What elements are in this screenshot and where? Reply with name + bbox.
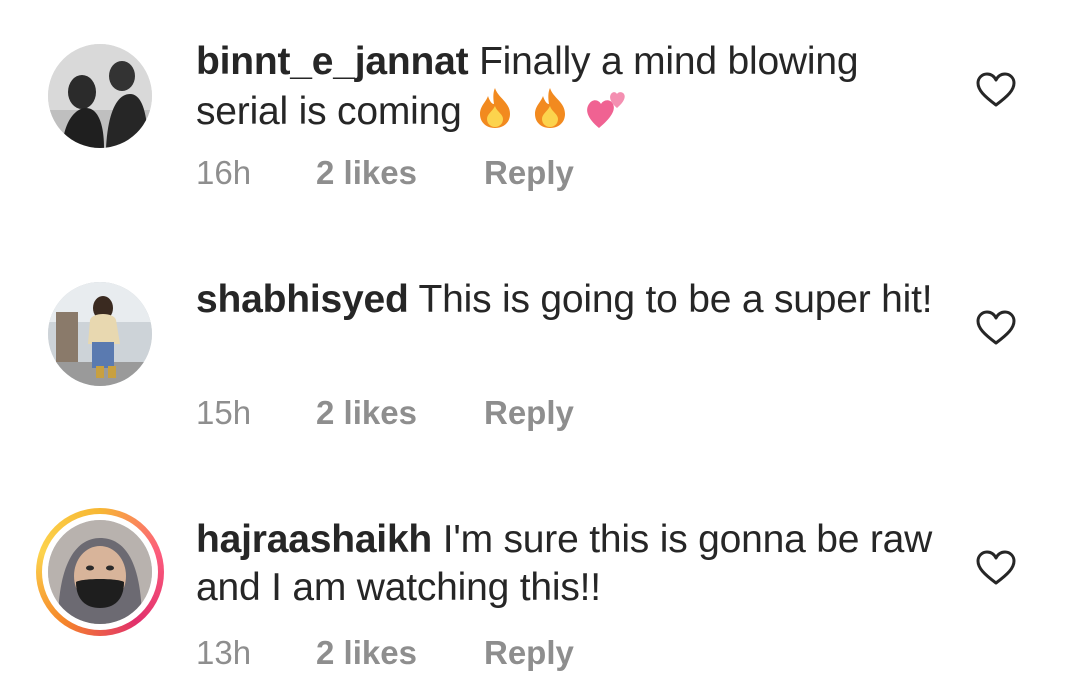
heart-outline-icon[interactable] bbox=[976, 550, 1016, 586]
comment-likes[interactable]: 2 likes bbox=[316, 634, 484, 672]
comment-text-block: hajraashaikh I'm sure this is gonna be r… bbox=[196, 516, 936, 612]
comment-meta: 13h 2 likes Reply bbox=[196, 634, 574, 672]
comment-emojis bbox=[472, 86, 629, 142]
avatar-image bbox=[48, 520, 152, 624]
avatar[interactable] bbox=[48, 282, 152, 386]
fire-emoji-icon bbox=[480, 88, 511, 128]
comment-time: 15h bbox=[196, 394, 252, 431]
story-ring[interactable] bbox=[36, 508, 164, 636]
comment-meta: 15h 2 likes Reply bbox=[196, 394, 574, 432]
reply-button[interactable]: Reply bbox=[484, 634, 574, 672]
comment-likes[interactable]: 2 likes bbox=[316, 154, 484, 192]
comment-username[interactable]: hajraashaikh bbox=[196, 518, 432, 561]
reply-button[interactable]: Reply bbox=[484, 154, 574, 192]
comment-username[interactable]: binnt_e_jannat bbox=[196, 40, 469, 83]
comment-time: 13h bbox=[196, 634, 252, 671]
avatar-image bbox=[48, 282, 152, 386]
avatar-image bbox=[48, 44, 152, 148]
comment-username[interactable]: shabhisyed bbox=[196, 278, 409, 321]
heart-outline-icon[interactable] bbox=[976, 310, 1016, 346]
comment-text: This is going to be a super hit! bbox=[418, 278, 933, 321]
comment-meta: 16h 2 likes Reply bbox=[196, 154, 574, 192]
avatar bbox=[48, 520, 152, 624]
reply-button[interactable]: Reply bbox=[484, 394, 574, 432]
comment-likes[interactable]: 2 likes bbox=[316, 394, 484, 432]
fire-emoji-icon bbox=[534, 88, 565, 128]
comment-text-block: shabhisyed This is going to be a super h… bbox=[196, 276, 936, 324]
heart-outline-icon[interactable] bbox=[976, 72, 1016, 108]
avatar[interactable] bbox=[48, 44, 152, 148]
comment-text-block: binnt_e_jannat Finally a mind blowing se… bbox=[196, 38, 936, 142]
comment-time: 16h bbox=[196, 154, 252, 191]
two-hearts-emoji-icon bbox=[587, 92, 626, 128]
